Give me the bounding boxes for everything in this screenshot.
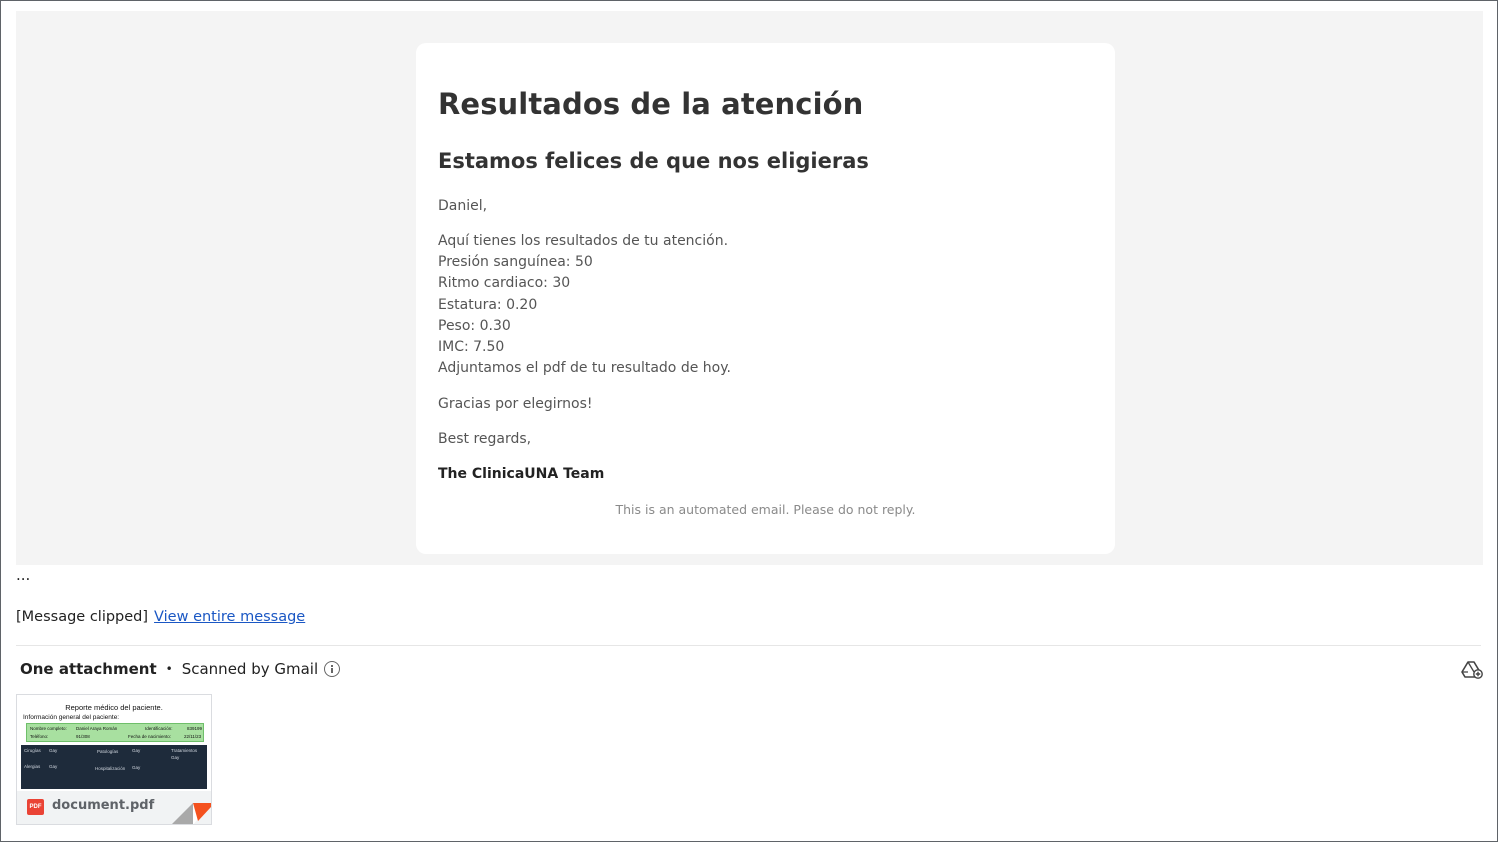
automated-note: This is an automated email. Please do no… xyxy=(615,502,916,517)
signature: The ClinicaUNA Team xyxy=(438,466,605,482)
preview-field-label: Tratamientos xyxy=(171,748,198,753)
preview-field-label: Cirugías xyxy=(24,748,41,753)
preview-field-value: Gay xyxy=(49,748,58,753)
message-clipped-label: [Message clipped] xyxy=(16,609,149,625)
results-intro: Aquí tienes los resultados de tu atenció… xyxy=(438,233,729,249)
preview-field-label: Hospitalización xyxy=(95,766,126,771)
add-to-drive-icon[interactable] xyxy=(1461,660,1483,680)
result-height: Estatura: 0.20 xyxy=(438,296,538,313)
preview-section: Información general del paciente: xyxy=(23,714,120,721)
preview-history-box: Cirugías Gay Patologías Gay Tratamientos… xyxy=(21,745,207,789)
preview-field-label: Nombre completo: xyxy=(30,726,67,731)
preview-patient-info-box: Nombre completo: Daniel Araya Román Iden… xyxy=(26,723,204,742)
preview-field-label: Patologías xyxy=(97,749,119,754)
preview-field-label: Teléfono: xyxy=(30,734,49,739)
thanks-text: Gracias por elegirnos! xyxy=(438,396,593,412)
view-entire-message-link[interactable]: View entire message xyxy=(154,609,305,625)
page-fold-icon xyxy=(172,803,211,824)
result-weight: Peso: 0.30 xyxy=(438,317,511,334)
result-bmi: IMC: 7.50 xyxy=(438,339,505,356)
attachment-preview-thumbnail[interactable]: Reporte médico del paciente. Información… xyxy=(17,695,211,791)
preview-field-label: Fecha de nacimiento: xyxy=(128,734,172,739)
message-clipped-notice: [Message clipped] View entire message xyxy=(16,609,305,625)
greeting: Daniel, xyxy=(438,198,488,214)
attachment-filename[interactable]: document.pdf xyxy=(52,798,154,813)
email-body-background: Resultados de la atención Estamos felice… xyxy=(16,11,1483,565)
pdf-file-icon: PDF xyxy=(27,799,44,815)
preview-field-value: Daniel Araya Román xyxy=(76,726,118,731)
divider xyxy=(16,645,1481,646)
attachments-header: One attachment • Scanned by Gmail xyxy=(20,660,341,678)
attachment-tile[interactable]: Reporte médico del paciente. Información… xyxy=(16,694,212,825)
preview-field-label: Identificación: xyxy=(145,726,173,731)
email-card: Resultados de la atención Estamos felice… xyxy=(416,43,1115,554)
trimmed-content-ellipsis[interactable]: ... xyxy=(16,566,30,584)
preview-field-value: 91/308 xyxy=(76,734,90,739)
attachment-count: One attachment xyxy=(20,660,157,678)
preview-field-value: 839199 xyxy=(187,726,203,731)
separator-dot: • xyxy=(165,662,173,676)
preview-field-value: Gay xyxy=(132,765,141,770)
email-title: Resultados de la atención xyxy=(438,87,864,121)
scanned-by-gmail-label: Scanned by Gmail xyxy=(181,660,319,678)
pdf-note: Adjuntamos el pdf de tu resultado de hoy… xyxy=(438,360,731,377)
preview-title: Reporte médico del paciente. xyxy=(65,703,163,712)
preview-field-value: Gay xyxy=(171,755,180,760)
info-icon[interactable] xyxy=(324,661,341,677)
result-blood-pressure: Presión sanguínea: 50 xyxy=(438,254,593,271)
regards-text: Best regards, xyxy=(438,431,532,447)
email-subtitle: Estamos felices de que nos eligieras xyxy=(438,149,869,173)
preview-field-value: Gay xyxy=(132,748,141,753)
results-block: Aquí tienes los resultados de tu atenció… xyxy=(438,231,731,379)
preview-field-label: Alergias xyxy=(24,764,41,769)
result-heart-rate: Ritmo cardiaco: 30 xyxy=(438,275,571,292)
preview-field-value: Gay xyxy=(49,764,58,769)
preview-field-value: 22/11/23 xyxy=(184,734,202,739)
